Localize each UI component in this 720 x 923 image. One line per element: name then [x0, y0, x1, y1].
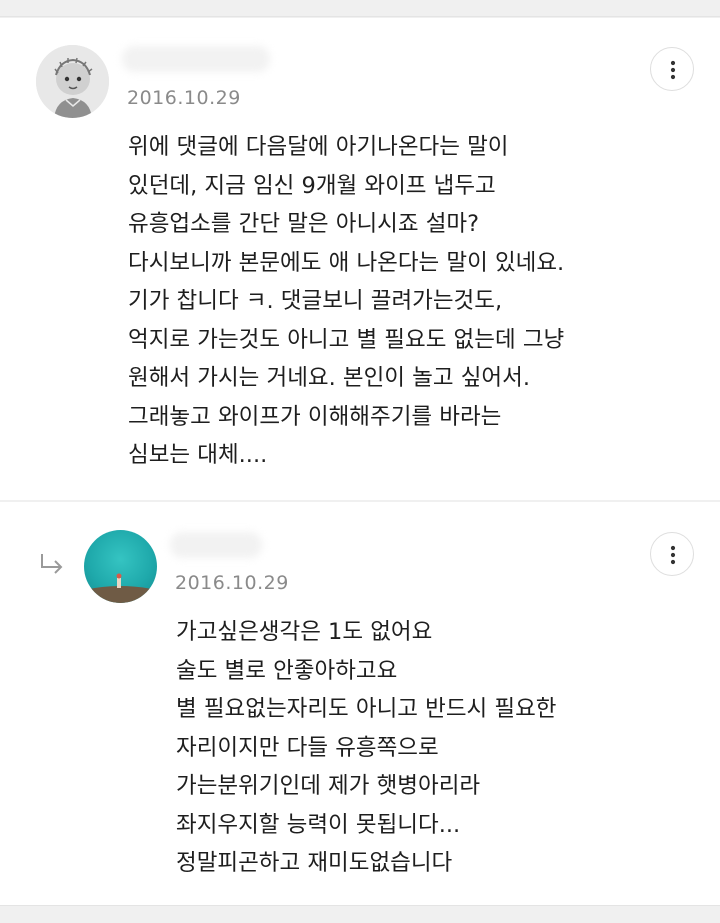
more-vertical-icon[interactable] — [650, 47, 694, 91]
username-redacted — [170, 532, 262, 558]
comment-text: 위에 댓글에 다음달에 아기나온다는 말이 있던데, 지금 임신 9개월 와이프… — [128, 134, 565, 468]
bottom-divider — [0, 905, 720, 923]
teal-photo-avatar-icon[interactable] — [84, 530, 157, 603]
reply-text: 가고싶은생각은 1도 없어요 술도 별로 안좋아하고요 별 필요없는자리도 아니… — [176, 619, 557, 876]
character-sketch-avatar-icon[interactable] — [36, 45, 109, 118]
more-vertical-icon[interactable] — [650, 532, 694, 576]
top-divider — [0, 16, 720, 17]
comment-date: 2016.10.29 — [127, 87, 241, 109]
comment-date: 2016.10.29 — [175, 572, 289, 594]
reply-arrow-icon — [38, 552, 68, 580]
username-redacted — [122, 46, 270, 72]
